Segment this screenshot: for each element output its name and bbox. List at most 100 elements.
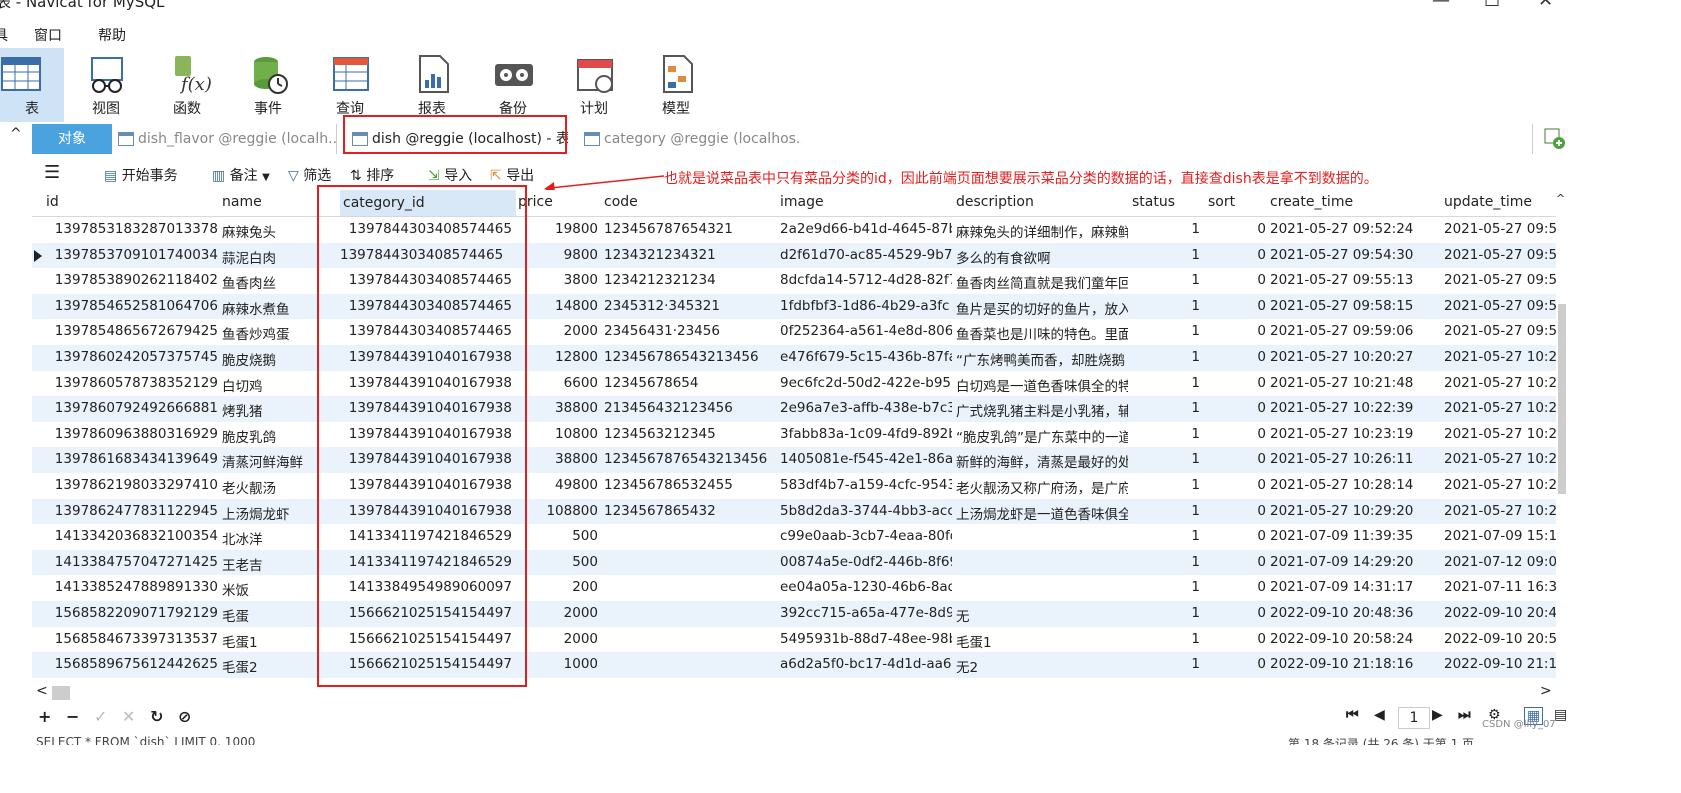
cell-id[interactable]: 1397853183287013378	[46, 221, 218, 237]
cell-price[interactable]: 500	[518, 528, 598, 544]
table-row[interactable]: 1413385247889891330 米饭 1413384954989060097…	[32, 575, 1556, 601]
apply-button[interactable]: ✓	[94, 707, 107, 726]
cell-code[interactable]: 1234567876543213456	[604, 451, 776, 467]
cell-status[interactable]: 1	[1132, 349, 1200, 365]
cell-image[interactable]: 1fdbfbf3-1d86-4b29-a3fc	[780, 298, 952, 314]
cell-id[interactable]: 1397860242057375745	[46, 349, 218, 365]
cell-sort[interactable]: 0	[1208, 554, 1266, 570]
cell-create-time[interactable]: 2021-05-27 10:28:14	[1270, 477, 1440, 493]
cell-price[interactable]: 14800	[518, 298, 598, 314]
cell-sort[interactable]: 0	[1208, 503, 1266, 519]
ribbon-table-button[interactable]: 表	[0, 48, 64, 122]
cell-create-time[interactable]: 2021-05-27 09:59:06	[1270, 323, 1440, 339]
cell-update-time[interactable]: 2021-05-27 09:5	[1444, 221, 1556, 237]
table-row[interactable]: 1397853890262118402 鱼香肉丝 13978443034085744…	[32, 268, 1556, 294]
cell-description[interactable]: 鱼香菜也是川味的特色。里面	[956, 323, 1128, 343]
cell-update-time[interactable]: 2021-05-27 10:2	[1444, 400, 1556, 416]
next-page-icon[interactable]: ▶	[1432, 707, 1443, 723]
cell-status[interactable]: 1	[1132, 631, 1200, 647]
cell-description[interactable]: 无	[956, 605, 1128, 625]
cell-image[interactable]: 1405081e-f545-42e1-86a	[780, 451, 952, 467]
cell-create-time[interactable]: 2021-05-27 10:21:48	[1270, 375, 1440, 391]
cell-sort[interactable]: 0	[1208, 656, 1266, 672]
cell-update-time[interactable]: 2021-05-27 10:2	[1444, 426, 1556, 442]
cell-image[interactable]: c99e0aab-3cb7-4eaa-80fd	[780, 528, 952, 544]
cell-description[interactable]: 新鲜的海鲜，清蒸是最好的处	[956, 451, 1128, 471]
vertical-scrollbar[interactable]: ^	[1556, 190, 1568, 680]
cell-price[interactable]: 200	[518, 579, 598, 595]
table-row[interactable]: 1397861683434139649 清蒸河鲜海鲜 139784439104016…	[32, 447, 1556, 473]
cell-status[interactable]: 1	[1132, 298, 1200, 314]
cell-sort[interactable]: 0	[1208, 631, 1266, 647]
stop-icon[interactable]: ⊘	[178, 707, 191, 726]
cell-image[interactable]: 9ec6fc2d-50d2-422e-b95	[780, 375, 952, 391]
table-row[interactable]: 1397860963880316929 脆皮乳鸽 13978443910401679…	[32, 422, 1556, 448]
cell-image[interactable]: e476f679-5c15-436b-87fa	[780, 349, 952, 365]
cell-update-time[interactable]: 2021-05-27 09:5	[1444, 272, 1556, 288]
table-row[interactable]: 1568584673397313537 毛蛋1 156662102515415449…	[32, 627, 1556, 653]
cell-price[interactable]: 19800	[518, 221, 598, 237]
refresh-icon[interactable]: ↻	[150, 707, 163, 726]
cell-status[interactable]: 1	[1132, 375, 1200, 391]
cell-update-time[interactable]: 2022-09-10 20:5	[1444, 631, 1556, 647]
cell-image[interactable]: 2a2e9d66-b41d-4645-87b	[780, 221, 952, 237]
cell-code[interactable]: 1234563212345	[604, 426, 776, 442]
ribbon-schedule-button[interactable]: 计划	[562, 48, 626, 122]
sort-button[interactable]: ⇅ 排序	[350, 165, 394, 185]
cell-image[interactable]: ee04a05a-1230-46b6-8ad	[780, 579, 952, 595]
cell-sort[interactable]: 0	[1208, 323, 1266, 339]
cell-code[interactable]: 123456786543213456	[604, 349, 776, 365]
cell-create-time[interactable]: 2022-09-10 21:18:16	[1270, 656, 1440, 672]
cell-id[interactable]: 1397853709101740034	[46, 247, 218, 263]
menu-tools[interactable]: 具	[0, 25, 8, 45]
cell-create-time[interactable]: 2021-07-09 14:31:17	[1270, 579, 1440, 595]
cell-id[interactable]: 1397860578738352129	[46, 375, 218, 391]
table-row[interactable]: 1413342036832100354 北冰洋 141334119742184652…	[32, 524, 1556, 550]
column-header-create-time[interactable]: create_time	[1270, 194, 1353, 210]
table-row[interactable]: 1397860578738352129 白切鸡 139784439104016793…	[32, 371, 1556, 397]
cell-status[interactable]: 1	[1132, 221, 1200, 237]
table-row[interactable]: 1397860242057375745 脆皮烧鹅 13978443910401679…	[32, 345, 1556, 371]
column-header-update-time[interactable]: update_time	[1444, 194, 1532, 210]
cell-id[interactable]: 1568589675612442625	[46, 656, 218, 672]
column-header-id[interactable]: id	[46, 194, 59, 210]
close-button[interactable]: ✕	[1538, 0, 1553, 11]
cell-description[interactable]: 无2	[956, 656, 1128, 676]
prev-page-icon[interactable]: ◀	[1374, 707, 1385, 723]
cell-price[interactable]: 2000	[518, 605, 598, 621]
cell-sort[interactable]: 0	[1208, 451, 1266, 467]
cell-id[interactable]: 1413384757047271425	[46, 554, 218, 570]
cell-id[interactable]: 1413385247889891330	[46, 579, 218, 595]
first-page-icon[interactable]: ⏮	[1346, 707, 1359, 723]
cell-create-time[interactable]: 2021-07-09 14:29:20	[1270, 554, 1440, 570]
filter-button[interactable]: ▽ 筛选	[288, 165, 331, 185]
cell-status[interactable]: 1	[1132, 451, 1200, 467]
cell-status[interactable]: 1	[1132, 272, 1200, 288]
cell-image[interactable]: d2f61d70-ac85-4529-9b7	[780, 247, 952, 263]
cell-create-time[interactable]: 2021-05-27 09:52:24	[1270, 221, 1440, 237]
cell-sort[interactable]: 0	[1208, 272, 1266, 288]
cell-description[interactable]: 鱼片是买的切好的鱼片，放入	[956, 298, 1128, 318]
horizontal-scrollbar[interactable]: < >	[32, 683, 1556, 702]
cell-price[interactable]: 38800	[518, 400, 598, 416]
cell-sort[interactable]: 0	[1208, 605, 1266, 621]
cell-update-time[interactable]: 2021-07-09 15:1	[1444, 528, 1556, 544]
cell-sort[interactable]: 0	[1208, 400, 1266, 416]
cell-update-time[interactable]: 2021-05-27 09:5	[1444, 247, 1556, 263]
cell-price[interactable]: 2000	[518, 323, 598, 339]
cell-id[interactable]: 1397854865672679425	[46, 323, 218, 339]
cell-create-time[interactable]: 2021-05-27 09:55:13	[1270, 272, 1440, 288]
cell-id[interactable]: 1397860792492666881	[46, 400, 218, 416]
cell-create-time[interactable]: 2021-07-09 11:39:35	[1270, 528, 1440, 544]
cell-id[interactable]: 1397862198033297410	[46, 477, 218, 493]
ribbon-event-button[interactable]: 事件	[236, 48, 300, 122]
discard-button[interactable]: ✕	[122, 707, 135, 726]
table-row[interactable]: 1397862198033297410 老火靓汤 13978443910401679…	[32, 473, 1556, 499]
tab-category[interactable]: category @reggie (localhos...	[584, 124, 802, 154]
cell-code[interactable]: 12345678654	[604, 375, 776, 391]
collapse-up-icon[interactable]: ^	[10, 126, 22, 142]
cell-status[interactable]: 1	[1132, 323, 1200, 339]
cell-description[interactable]: 广式烧乳猪主料是小乳猪，辅	[956, 400, 1128, 420]
cell-status[interactable]: 1	[1132, 579, 1200, 595]
tab-dish-flavor[interactable]: dish_flavor @reggie (localh...	[118, 124, 337, 154]
